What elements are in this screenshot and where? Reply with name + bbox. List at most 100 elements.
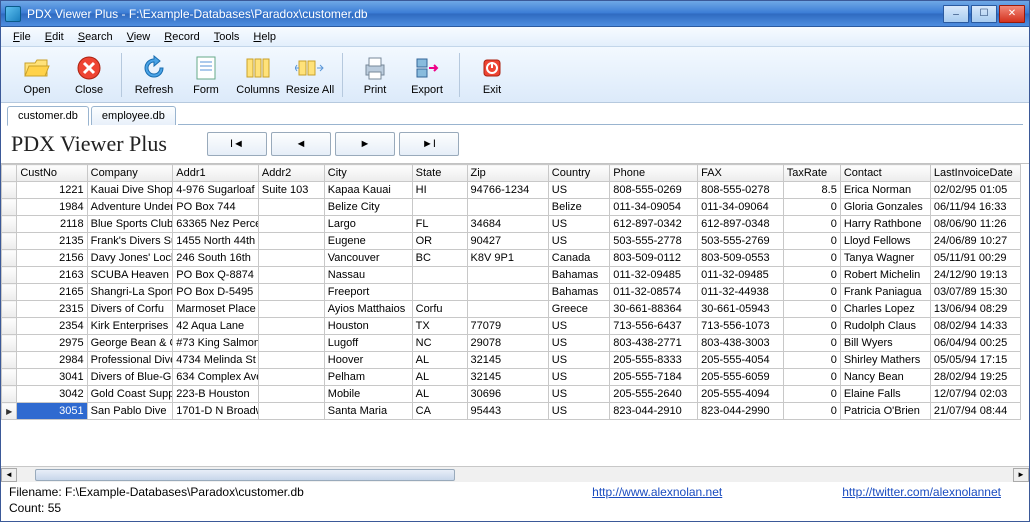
cell-custno[interactable]: 2135: [17, 233, 87, 250]
cell-taxrate[interactable]: 0: [783, 233, 840, 250]
cell-company[interactable]: Divers of Blue-Gr: [87, 369, 173, 386]
cell-taxrate[interactable]: 0: [783, 216, 840, 233]
cell-contact[interactable]: Erica Norman: [840, 182, 930, 199]
table-row[interactable]: 3051San Pablo Dive1701-D N BroadwaySanta…: [2, 403, 1021, 420]
cell-fax[interactable]: 011-32-09485: [698, 267, 784, 284]
cell-country[interactable]: Greece: [548, 301, 609, 318]
toolbar-print-button[interactable]: Print: [349, 50, 401, 100]
cell-fax[interactable]: 205-555-6059: [698, 369, 784, 386]
cell-zip[interactable]: [467, 199, 548, 216]
row-handle[interactable]: [2, 250, 17, 267]
cell-phone[interactable]: 823-044-2910: [610, 403, 698, 420]
scroll-left-arrow-icon[interactable]: ◄: [1, 468, 17, 482]
cell-company[interactable]: Kauai Dive Shoppe: [87, 182, 173, 199]
cell-contact[interactable]: Shirley Mathers: [840, 352, 930, 369]
toolbar-export-button[interactable]: Export: [401, 50, 453, 100]
cell-phone[interactable]: 30-661-88364: [610, 301, 698, 318]
cell-state[interactable]: [412, 267, 467, 284]
cell-fax[interactable]: 30-661-05943: [698, 301, 784, 318]
cell-custno[interactable]: 3051: [17, 403, 87, 420]
cell-phone[interactable]: 503-555-2778: [610, 233, 698, 250]
cell-phone[interactable]: 011-34-09054: [610, 199, 698, 216]
nav-next-button[interactable]: ►: [335, 132, 395, 156]
cell-country[interactable]: Canada: [548, 250, 609, 267]
cell-custno[interactable]: 2156: [17, 250, 87, 267]
cell-addr2[interactable]: [258, 284, 324, 301]
homepage-link[interactable]: http://www.alexnolan.net: [592, 485, 722, 499]
cell-lastinvoicedate[interactable]: 12/07/94 02:03: [930, 386, 1020, 403]
table-row[interactable]: 2118Blue Sports Club63365 Nez PerceLargo…: [2, 216, 1021, 233]
cell-state[interactable]: Corfu: [412, 301, 467, 318]
cell-fax[interactable]: 803-438-3003: [698, 335, 784, 352]
table-row[interactable]: 3042Gold Coast Supply223-B HoustonMobile…: [2, 386, 1021, 403]
row-handle[interactable]: [2, 301, 17, 318]
cell-contact[interactable]: Rudolph Claus: [840, 318, 930, 335]
row-handle[interactable]: [2, 386, 17, 403]
cell-company[interactable]: Kirk Enterprises: [87, 318, 173, 335]
cell-lastinvoicedate[interactable]: 06/11/94 16:33: [930, 199, 1020, 216]
cell-phone[interactable]: 803-438-2771: [610, 335, 698, 352]
cell-custno[interactable]: 2984: [17, 352, 87, 369]
cell-phone[interactable]: 713-556-6437: [610, 318, 698, 335]
cell-city[interactable]: Freeport: [324, 284, 412, 301]
cell-company[interactable]: Davy Jones' Locker: [87, 250, 173, 267]
cell-contact[interactable]: Patricia O'Brien: [840, 403, 930, 420]
cell-phone[interactable]: 205-555-8333: [610, 352, 698, 369]
cell-state[interactable]: [412, 199, 467, 216]
menu-view[interactable]: View: [121, 29, 157, 45]
cell-zip[interactable]: 30696: [467, 386, 548, 403]
toolbar-columns-button[interactable]: Columns: [232, 50, 284, 100]
table-row[interactable]: 1984Adventure UnderseaPO Box 744Belize C…: [2, 199, 1021, 216]
row-handle[interactable]: [2, 318, 17, 335]
cell-taxrate[interactable]: 0: [783, 301, 840, 318]
cell-contact[interactable]: Lloyd Fellows: [840, 233, 930, 250]
cell-addr1[interactable]: 246 South 16th: [173, 250, 259, 267]
cell-lastinvoicedate[interactable]: 28/02/94 19:25: [930, 369, 1020, 386]
cell-taxrate[interactable]: 0: [783, 369, 840, 386]
cell-phone[interactable]: 205-555-2640: [610, 386, 698, 403]
cell-country[interactable]: US: [548, 403, 609, 420]
cell-addr1[interactable]: 4-976 Sugarloaf: [173, 182, 259, 199]
toolbar-exit-button[interactable]: Exit: [466, 50, 518, 100]
table-row[interactable]: 2975George Bean & Co.#73 King SalmonLugo…: [2, 335, 1021, 352]
cell-phone[interactable]: 011-32-09485: [610, 267, 698, 284]
cell-company[interactable]: Adventure Undersea: [87, 199, 173, 216]
cell-contact[interactable]: Harry Rathbone: [840, 216, 930, 233]
cell-custno[interactable]: 2975: [17, 335, 87, 352]
data-grid[interactable]: CustNoCompanyAddr1Addr2CityStateZipCount…: [1, 164, 1021, 420]
table-row[interactable]: 2315Divers of CorfuMarmoset PlaceAyios M…: [2, 301, 1021, 318]
row-handle[interactable]: [2, 352, 17, 369]
cell-state[interactable]: AL: [412, 369, 467, 386]
cell-addr2[interactable]: [258, 199, 324, 216]
cell-lastinvoicedate[interactable]: 02/02/95 01:05: [930, 182, 1020, 199]
column-header-taxrate[interactable]: TaxRate: [783, 165, 840, 182]
cell-company[interactable]: Frank's Divers Supply: [87, 233, 173, 250]
cell-zip[interactable]: 77079: [467, 318, 548, 335]
cell-custno[interactable]: 1221: [17, 182, 87, 199]
cell-addr2[interactable]: Suite 103: [258, 182, 324, 199]
cell-taxrate[interactable]: 8.5: [783, 182, 840, 199]
cell-company[interactable]: Divers of Corfu: [87, 301, 173, 318]
cell-addr1[interactable]: 42 Aqua Lane: [173, 318, 259, 335]
maximize-button[interactable]: ☐: [971, 5, 997, 23]
cell-lastinvoicedate[interactable]: 08/02/94 14:33: [930, 318, 1020, 335]
cell-state[interactable]: FL: [412, 216, 467, 233]
cell-country[interactable]: US: [548, 335, 609, 352]
cell-fax[interactable]: 205-555-4094: [698, 386, 784, 403]
cell-country[interactable]: Belize: [548, 199, 609, 216]
nav-last-button[interactable]: ►I: [399, 132, 459, 156]
horizontal-scrollbar[interactable]: ◄ ►: [1, 466, 1029, 482]
column-header-custno[interactable]: CustNo: [17, 165, 87, 182]
cell-lastinvoicedate[interactable]: 05/05/94 17:15: [930, 352, 1020, 369]
cell-lastinvoicedate[interactable]: 08/06/90 11:26: [930, 216, 1020, 233]
cell-addr1[interactable]: #73 King Salmon: [173, 335, 259, 352]
cell-addr2[interactable]: [258, 250, 324, 267]
cell-lastinvoicedate[interactable]: 24/06/89 10:27: [930, 233, 1020, 250]
menu-edit[interactable]: Edit: [39, 29, 70, 45]
cell-addr1[interactable]: PO Box Q-8874: [173, 267, 259, 284]
cell-fax[interactable]: 803-509-0553: [698, 250, 784, 267]
cell-contact[interactable]: Charles Lopez: [840, 301, 930, 318]
toolbar-close-button[interactable]: Close: [63, 50, 115, 100]
cell-zip[interactable]: 32145: [467, 352, 548, 369]
cell-city[interactable]: Vancouver: [324, 250, 412, 267]
